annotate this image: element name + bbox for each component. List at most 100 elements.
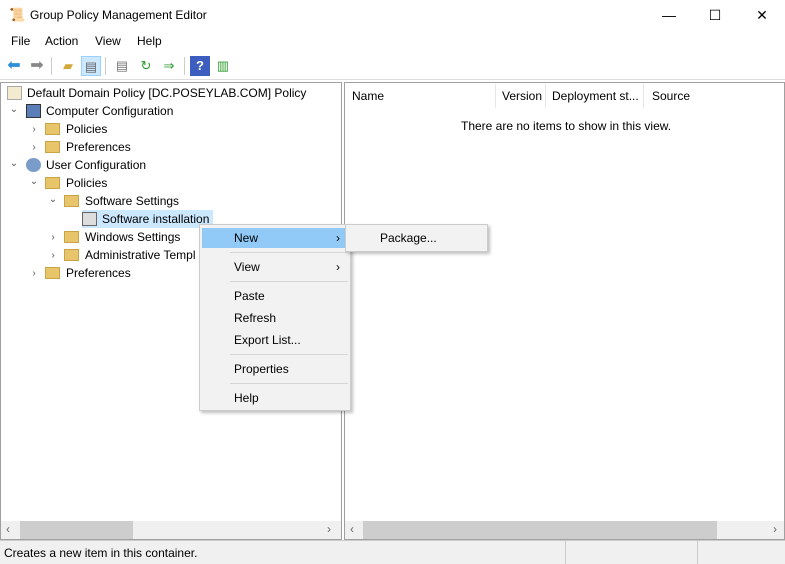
tree-item-administrative-templates[interactable]: Administrative Templ bbox=[64, 246, 195, 264]
toolbar-separator bbox=[105, 57, 106, 75]
chevron-right-icon[interactable]: › bbox=[29, 142, 39, 153]
show-hide-tree-icon[interactable]: ▤ bbox=[81, 56, 101, 76]
tree-label: Policies bbox=[66, 176, 107, 190]
tree-item-preferences[interactable]: Preferences bbox=[45, 138, 131, 156]
folder-icon bbox=[45, 123, 60, 135]
scroll-left-icon[interactable]: ‹ bbox=[6, 522, 10, 536]
menu-item-paste[interactable]: Paste bbox=[202, 286, 348, 306]
maximize-button[interactable]: ☐ bbox=[692, 0, 738, 30]
scroll-left-icon[interactable]: ‹ bbox=[350, 522, 354, 536]
status-divider bbox=[565, 541, 566, 564]
menu-bar: File Action View Help bbox=[0, 30, 785, 52]
tree-item-user-policies[interactable]: Policies bbox=[45, 174, 107, 192]
tree-label: Preferences bbox=[66, 266, 131, 280]
show-action-pane-icon[interactable]: ▥ bbox=[213, 56, 233, 76]
menu-help[interactable]: Help bbox=[137, 34, 162, 48]
forward-icon[interactable]: ➡ bbox=[27, 56, 47, 76]
column-divider[interactable] bbox=[643, 84, 644, 108]
scroll-right-icon[interactable]: › bbox=[773, 522, 777, 536]
scrollbar-thumb[interactable] bbox=[20, 521, 133, 539]
chevron-right-icon: › bbox=[336, 228, 340, 248]
status-bar: Creates a new item in this container. bbox=[0, 540, 785, 564]
menu-item-help[interactable]: Help bbox=[202, 388, 348, 408]
menu-separator bbox=[230, 383, 348, 384]
column-divider[interactable] bbox=[545, 84, 546, 108]
folder-icon bbox=[64, 249, 79, 261]
app-icon: 📜 bbox=[9, 7, 25, 23]
chevron-right-icon[interactable]: › bbox=[29, 124, 39, 135]
toolbar-separator bbox=[184, 57, 185, 75]
scrollbar-thumb[interactable] bbox=[363, 521, 717, 539]
menu-label: View bbox=[234, 260, 260, 274]
tree-label: Default Domain Policy [DC.POSEYLAB.COM] … bbox=[27, 86, 306, 100]
chevron-down-icon[interactable]: ⌄ bbox=[29, 176, 39, 187]
folder-icon bbox=[64, 195, 79, 207]
tree-item-user-preferences[interactable]: Preferences bbox=[45, 264, 131, 282]
tree-label: Policies bbox=[66, 122, 107, 136]
tree-item-user-configuration[interactable]: User Configuration bbox=[26, 156, 146, 174]
menu-item-export-list[interactable]: Export List... bbox=[202, 330, 348, 350]
menu-file[interactable]: File bbox=[11, 34, 30, 48]
chevron-right-icon[interactable]: › bbox=[29, 268, 39, 279]
folder-icon bbox=[45, 141, 60, 153]
menu-label: New bbox=[234, 231, 258, 245]
status-text: Creates a new item in this container. bbox=[4, 546, 197, 560]
computer-icon bbox=[26, 104, 41, 118]
list-pane: ‹ › bbox=[344, 82, 785, 540]
policy-icon bbox=[7, 86, 22, 100]
status-divider bbox=[697, 541, 698, 564]
up-folder-icon[interactable]: ▰ bbox=[58, 56, 78, 76]
tree-item-software-installation[interactable]: Software installation bbox=[82, 210, 213, 228]
window-title: Group Policy Management Editor bbox=[30, 8, 207, 22]
empty-list-message: There are no items to show in this view. bbox=[461, 119, 671, 133]
menu-separator bbox=[230, 354, 348, 355]
menu-view[interactable]: View bbox=[95, 34, 121, 48]
export-list-icon[interactable]: ⇒ bbox=[159, 56, 179, 76]
menu-item-package[interactable]: Package... bbox=[348, 228, 485, 248]
column-divider[interactable] bbox=[495, 84, 496, 108]
menu-item-new[interactable]: New › bbox=[202, 228, 348, 248]
folder-icon bbox=[45, 177, 60, 189]
tree-label: Software installation bbox=[102, 212, 209, 226]
user-icon bbox=[26, 158, 41, 172]
menu-separator bbox=[230, 252, 348, 253]
menu-item-view[interactable]: View › bbox=[202, 257, 348, 277]
tree-item-root[interactable]: Default Domain Policy [DC.POSEYLAB.COM] … bbox=[7, 84, 306, 102]
column-header-name[interactable]: Name bbox=[352, 84, 384, 108]
tree-item-software-settings[interactable]: Software Settings bbox=[64, 192, 179, 210]
scroll-right-icon[interactable]: › bbox=[327, 522, 331, 536]
close-button[interactable]: ✕ bbox=[739, 0, 785, 30]
tree-item-computer-configuration[interactable]: Computer Configuration bbox=[26, 102, 173, 120]
properties-icon[interactable]: ▤ bbox=[112, 56, 132, 76]
toolbar: ⬅ ➡ ▰ ▤ ▤ ↻ ⇒ ? ▥ bbox=[0, 52, 785, 80]
context-menu: New› View› Paste Refresh Export List... … bbox=[199, 224, 351, 411]
toolbar-separator bbox=[51, 57, 52, 75]
help-icon[interactable]: ? bbox=[190, 56, 210, 76]
software-package-icon bbox=[82, 212, 97, 226]
refresh-icon[interactable]: ↻ bbox=[136, 56, 156, 76]
back-icon[interactable]: ⬅ bbox=[4, 56, 24, 76]
folder-icon bbox=[64, 231, 79, 243]
menu-item-properties[interactable]: Properties bbox=[202, 359, 348, 379]
tree-label: Software Settings bbox=[85, 194, 179, 208]
horizontal-scrollbar[interactable]: ‹ › bbox=[1, 521, 341, 539]
column-header-source[interactable]: Source bbox=[652, 84, 690, 108]
chevron-right-icon[interactable]: › bbox=[48, 232, 58, 243]
tree-item-policies[interactable]: Policies bbox=[45, 120, 107, 138]
title-bar: 📜 Group Policy Management Editor — ☐ ✕ bbox=[0, 0, 785, 30]
menu-item-refresh[interactable]: Refresh bbox=[202, 308, 348, 328]
chevron-right-icon: › bbox=[336, 257, 340, 277]
horizontal-scrollbar[interactable]: ‹ › bbox=[345, 521, 784, 539]
tree-label: Computer Configuration bbox=[46, 104, 173, 118]
column-header-deployment-state[interactable]: Deployment st... bbox=[552, 84, 639, 108]
minimize-button[interactable]: — bbox=[646, 0, 692, 30]
tree-item-windows-settings[interactable]: Windows Settings bbox=[64, 228, 180, 246]
column-header-version[interactable]: Version bbox=[502, 84, 542, 108]
menu-action[interactable]: Action bbox=[45, 34, 78, 48]
chevron-down-icon[interactable]: ⌄ bbox=[9, 104, 19, 115]
folder-icon bbox=[45, 267, 60, 279]
menu-separator bbox=[230, 281, 348, 282]
chevron-right-icon[interactable]: › bbox=[48, 250, 58, 261]
chevron-down-icon[interactable]: ⌄ bbox=[48, 194, 58, 205]
chevron-down-icon[interactable]: ⌄ bbox=[9, 158, 19, 169]
